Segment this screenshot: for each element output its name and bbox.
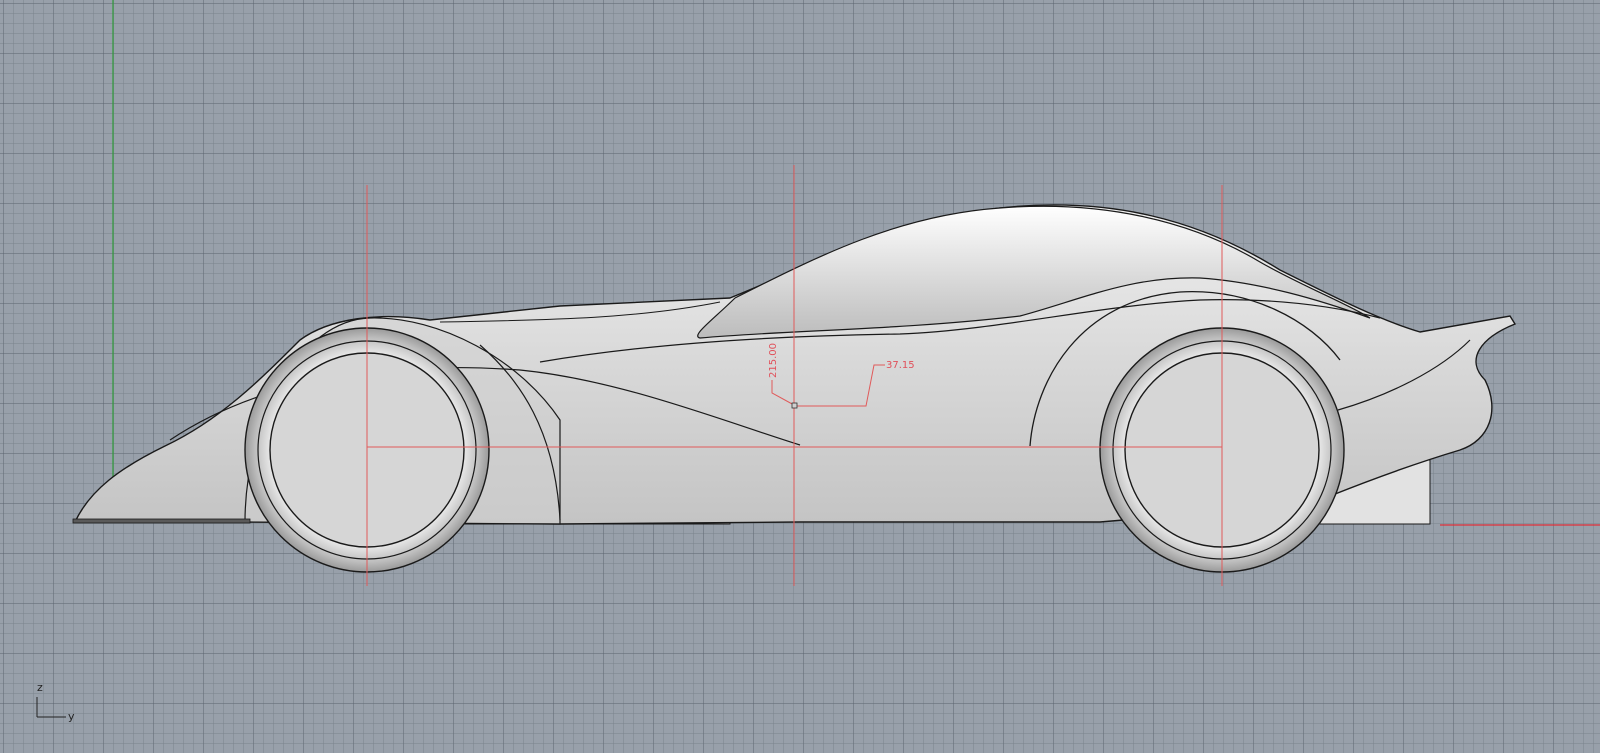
dimension-vertical-value: 215.00 (768, 343, 779, 378)
dimension-point-marker[interactable] (791, 402, 798, 409)
axis-indicator-y-label: y (68, 710, 75, 723)
rhino-right-viewport[interactable]: 215.00 37.15 z y (0, 0, 1600, 753)
model-canvas[interactable]: 215.00 37.15 z y (0, 0, 1600, 753)
axis-indicator: z y (36, 681, 75, 723)
dimension-horizontal-value: 37.15 (886, 360, 915, 371)
axis-indicator-z-label: z (37, 681, 43, 694)
front-splitter (72, 518, 251, 524)
